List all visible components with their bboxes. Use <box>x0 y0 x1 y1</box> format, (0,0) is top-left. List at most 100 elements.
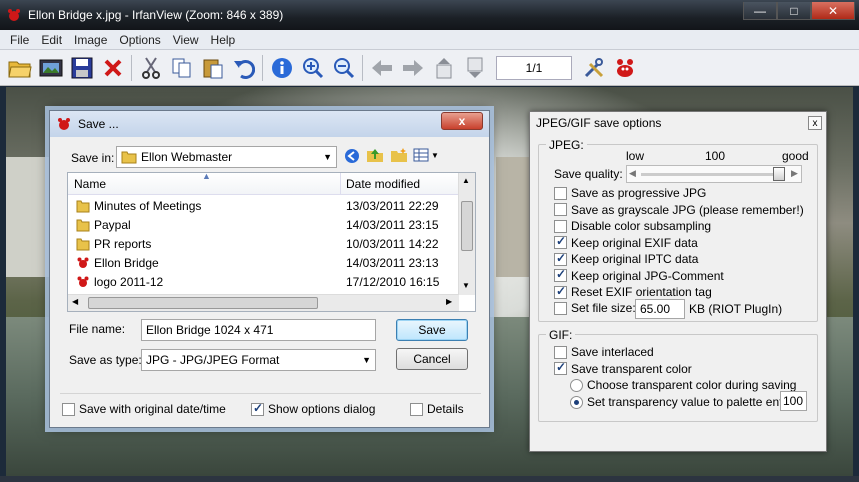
details-checkbox[interactable] <box>410 402 423 416</box>
folder-icon <box>76 238 90 251</box>
jpeg-option[interactable]: Reset EXIF orientation tag <box>554 284 712 299</box>
open-folder-icon[interactable] <box>4 53 35 83</box>
column-divider[interactable] <box>340 173 341 195</box>
show-options-dialog-option[interactable]: Show options dialog <box>251 401 375 416</box>
file-row[interactable]: PR reports 10/03/2011 14:22 <box>68 235 459 254</box>
menu-options[interactable]: Options <box>113 33 166 47</box>
file-list[interactable]: Name ▲ Date modified Minutes of Meetings… <box>67 172 476 312</box>
save-icon[interactable] <box>66 53 97 83</box>
jpeg-option[interactable]: Keep original IPTC data <box>554 251 699 266</box>
next-icon[interactable] <box>397 53 428 83</box>
window-titlebar: Ellon Bridge x.jpg - IrfanView (Zoom: 84… <box>0 0 859 30</box>
previous-icon[interactable] <box>366 53 397 83</box>
jpeg-option-checkbox[interactable] <box>554 284 567 299</box>
gif-option-label: Save interlaced <box>571 345 654 359</box>
quality-slider-thumb[interactable] <box>773 167 785 181</box>
file-row[interactable]: Paypal 14/03/2011 23:15 <box>68 216 459 235</box>
jpeg-option-label: Keep original IPTC data <box>571 252 699 266</box>
minimize-button[interactable]: — <box>743 2 777 20</box>
slideshow-icon[interactable] <box>35 53 66 83</box>
file-row[interactable]: logo 2011-12 17/12/2010 16:15 <box>68 273 459 292</box>
first-image-icon[interactable] <box>428 53 459 83</box>
gif-option[interactable]: Save transparent color <box>554 360 692 376</box>
copy-icon[interactable] <box>166 53 197 83</box>
jpeg-option-checkbox[interactable] <box>554 219 567 233</box>
menu-image[interactable]: Image <box>68 33 113 47</box>
zoom-out-icon[interactable] <box>328 53 359 83</box>
slider-right-icon[interactable]: ▶ <box>791 168 798 179</box>
jpeg-option-checkbox[interactable] <box>554 203 567 216</box>
save-original-date-option[interactable]: Save with original date/time <box>62 402 226 416</box>
zoom-in-icon[interactable] <box>297 53 328 83</box>
view-menu-icon[interactable]: ▼ <box>413 148 439 162</box>
jpeg-option[interactable]: Keep original EXIF data <box>554 234 698 250</box>
up-folder-icon[interactable] <box>366 147 384 166</box>
horizontal-scroll-thumb[interactable] <box>88 297 318 309</box>
file-list-horizontal-scrollbar[interactable]: ◀ ▶ <box>68 294 459 311</box>
close-window-button[interactable]: ✕ <box>811 2 855 20</box>
menu-file[interactable]: File <box>4 33 35 47</box>
details-option[interactable]: Details <box>410 402 464 416</box>
jpeg-option[interactable]: Keep original JPG-Comment <box>554 267 724 283</box>
transparency-radio-option[interactable]: Set transparency value to palette entry: <box>570 395 796 409</box>
jpeg-option-checkbox[interactable] <box>554 267 567 282</box>
save-button[interactable]: Save <box>396 319 468 341</box>
file-row[interactable]: Ellon Bridge 14/03/2011 23:13 <box>68 254 459 273</box>
save-in-combo[interactable]: Ellon Webmaster ▼ <box>116 146 337 168</box>
jpeg-option[interactable]: Save as grayscale JPG (please remember!) <box>554 203 804 217</box>
jpeg-option[interactable]: Disable color subsampling <box>554 219 711 233</box>
scroll-left-icon[interactable]: ◀ <box>72 297 78 306</box>
file-size-input[interactable]: 65.00 <box>635 299 685 319</box>
jpeg-option-checkbox[interactable] <box>554 251 567 266</box>
gif-option-checkbox[interactable] <box>554 345 567 359</box>
cancel-button[interactable]: Cancel <box>396 348 468 370</box>
last-image-icon[interactable] <box>459 53 490 83</box>
options-panel-close-button[interactable]: x <box>808 116 822 130</box>
vertical-scroll-thumb[interactable] <box>461 201 473 251</box>
show-options-dialog-checkbox[interactable] <box>251 401 264 416</box>
menu-edit[interactable]: Edit <box>35 33 68 47</box>
transparency-radio-option[interactable]: Choose transparent color during saving <box>570 378 796 392</box>
file-date-cell: 14/03/2011 23:15 <box>346 218 439 232</box>
paste-icon[interactable] <box>197 53 228 83</box>
column-date-header[interactable]: Date modified <box>346 177 420 191</box>
save-dialog-titlebar: Save ... x <box>50 111 489 137</box>
settings-tools-icon[interactable] <box>578 53 609 83</box>
file-name-input[interactable]: Ellon Bridge 1024 x 471 <box>141 319 376 341</box>
file-row[interactable]: Minutes of Meetings 13/03/2011 22:29 <box>68 197 459 216</box>
file-date-cell: 17/12/2010 16:15 <box>346 275 440 289</box>
transparency-radio[interactable] <box>570 395 583 409</box>
palette-entry-input[interactable]: 100 <box>780 391 807 411</box>
jpeg-option-checkbox[interactable] <box>554 186 567 200</box>
jpeg-option-checkbox[interactable] <box>554 234 567 249</box>
menu-view[interactable]: View <box>167 33 205 47</box>
back-nav-icon[interactable] <box>344 148 360 167</box>
gif-option[interactable]: Save interlaced <box>554 345 654 359</box>
jpeg-option[interactable]: Save as progressive JPG <box>554 186 706 200</box>
menu-help[interactable]: Help <box>205 33 242 47</box>
gif-option-checkbox[interactable] <box>554 360 567 375</box>
save-as-type-select[interactable]: JPG - JPG/JPEG Format ▼ <box>141 349 376 371</box>
save-dialog-close-button[interactable]: x <box>441 112 483 130</box>
irfanview-icon[interactable] <box>609 53 640 83</box>
scroll-right-icon[interactable]: ▶ <box>446 297 452 306</box>
new-folder-icon[interactable] <box>390 147 408 166</box>
set-file-size-checkbox[interactable] <box>554 301 567 315</box>
slider-left-icon[interactable]: ◀ <box>629 168 636 179</box>
info-icon[interactable] <box>266 53 297 83</box>
transparency-radio-label: Set transparency value to palette entry: <box>587 395 796 409</box>
save-original-date-checkbox[interactable] <box>62 402 75 416</box>
maximize-button[interactable]: □ <box>777 2 811 20</box>
file-list-vertical-scrollbar[interactable]: ▲ ▼ <box>458 173 475 295</box>
set-file-size-option[interactable]: Set file size: <box>554 301 636 315</box>
delete-icon[interactable] <box>97 53 128 83</box>
chevron-down-icon: ▼ <box>362 355 371 365</box>
jpeg-option-label: Disable color subsampling <box>571 219 712 233</box>
scroll-down-icon[interactable]: ▼ <box>462 281 470 290</box>
scroll-up-icon[interactable]: ▲ <box>462 176 470 185</box>
irfanview-file-icon <box>77 257 89 268</box>
undo-icon[interactable] <box>228 53 259 83</box>
transparency-radio[interactable] <box>570 378 583 392</box>
cut-icon[interactable] <box>135 53 166 83</box>
quality-slider[interactable]: ◀ ▶ <box>626 165 802 183</box>
